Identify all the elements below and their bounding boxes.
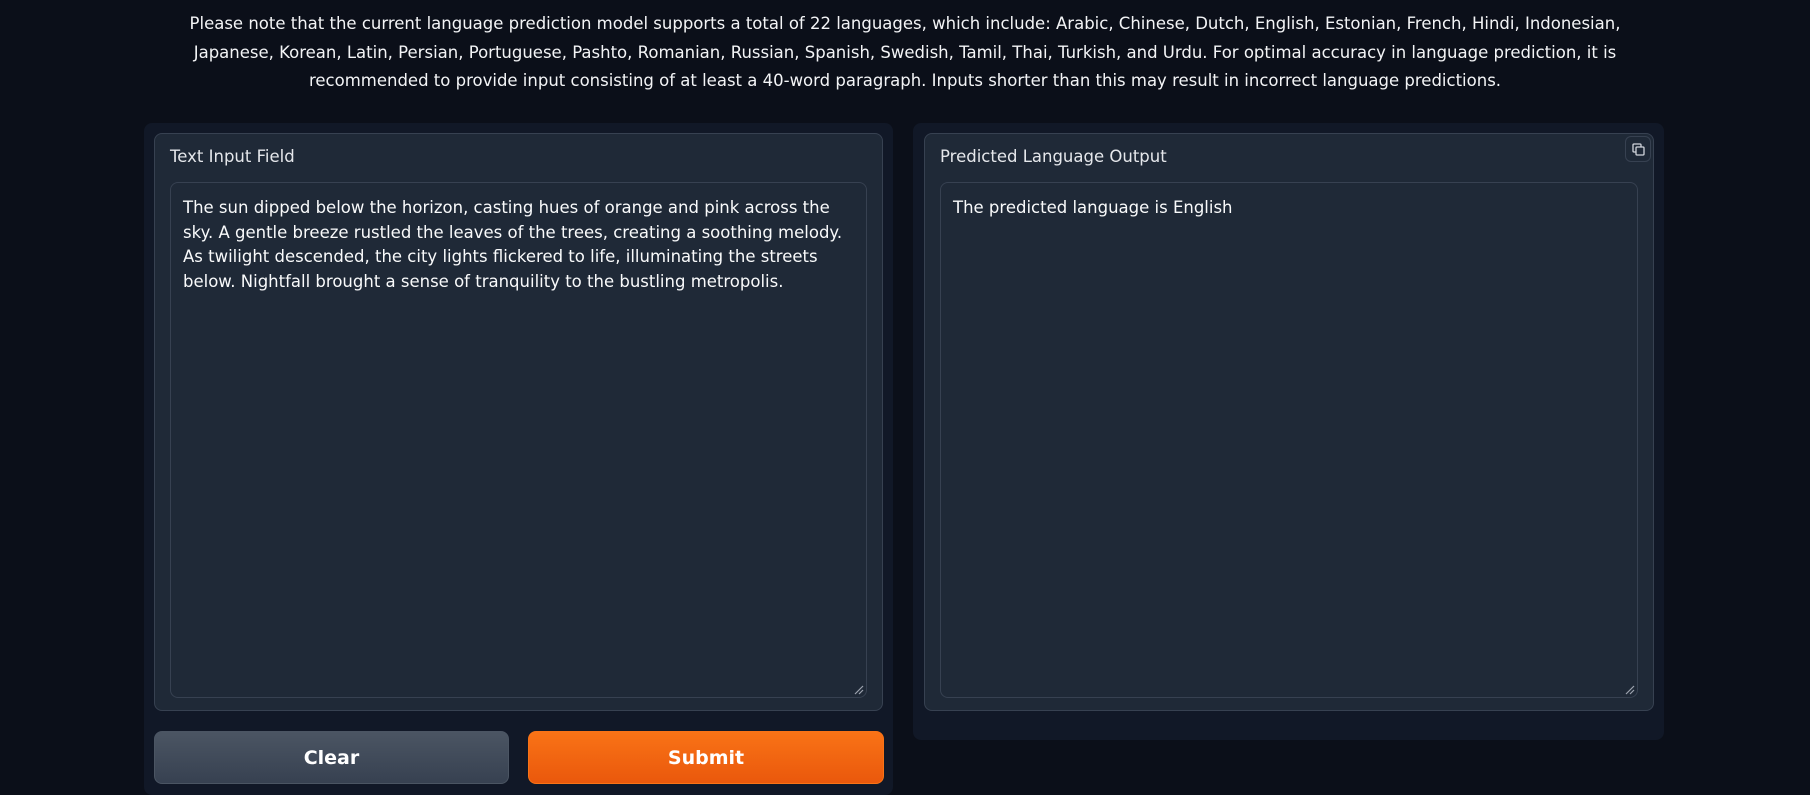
predicted-language-output[interactable]: The predicted language is English bbox=[940, 182, 1638, 698]
resize-handle-icon[interactable] bbox=[854, 685, 864, 695]
clear-button[interactable]: Clear bbox=[154, 731, 509, 784]
copy-icon bbox=[1631, 142, 1645, 156]
language-support-notice: Please note that the current language pr… bbox=[189, 14, 1621, 90]
text-input-field[interactable]: The sun dipped below the horizon, castin… bbox=[170, 182, 867, 698]
predicted-language-label: Predicted Language Output bbox=[940, 147, 1167, 166]
text-input-label: Text Input Field bbox=[170, 147, 295, 166]
predicted-language-block: Predicted Language Output The predicted … bbox=[924, 133, 1654, 711]
submit-button[interactable]: Submit bbox=[528, 731, 884, 784]
resize-handle-icon[interactable] bbox=[1625, 685, 1635, 695]
text-input-block: Text Input Field The sun dipped below th… bbox=[154, 133, 883, 711]
copy-button[interactable] bbox=[1625, 136, 1651, 162]
